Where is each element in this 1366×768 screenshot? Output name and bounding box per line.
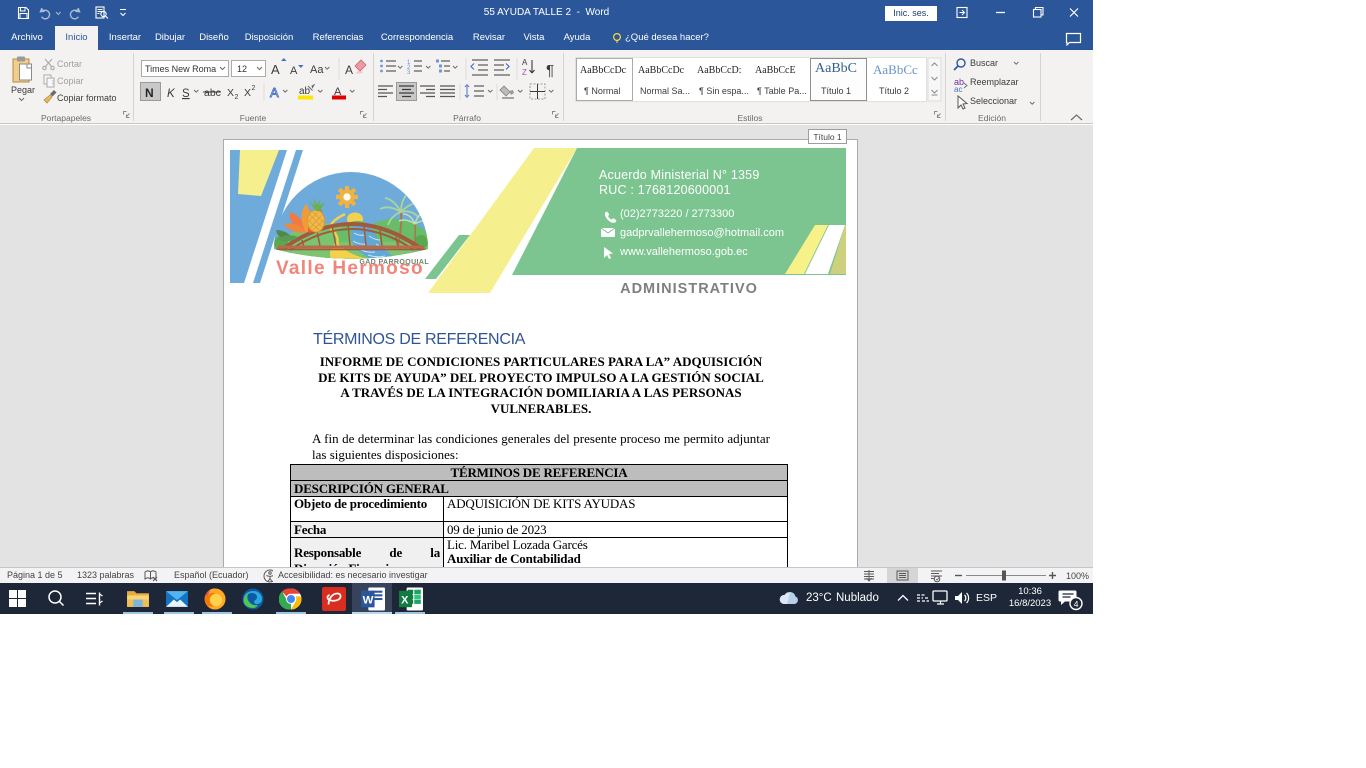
- svg-text:2: 2: [252, 85, 256, 92]
- svg-text:X: X: [401, 594, 409, 606]
- svg-text:A: A: [271, 62, 280, 77]
- svg-text:X: X: [227, 87, 234, 99]
- svg-text:A: A: [522, 58, 528, 67]
- svg-text:2: 2: [235, 94, 239, 101]
- svg-text:100%: 100%: [1066, 571, 1089, 581]
- svg-text:Times New Roma: Times New Roma: [145, 64, 216, 74]
- svg-text:ac: ac: [954, 85, 962, 94]
- svg-text:abc: abc: [204, 87, 221, 99]
- svg-text:Z: Z: [522, 68, 527, 77]
- svg-text:N: N: [145, 86, 154, 100]
- svg-text:W: W: [363, 595, 374, 607]
- svg-text:¶: ¶: [546, 62, 554, 79]
- svg-text:Aa: Aa: [310, 64, 324, 76]
- svg-text:4: 4: [1074, 599, 1079, 609]
- svg-text:A: A: [290, 65, 298, 77]
- svg-text:3: 3: [407, 70, 411, 76]
- svg-text:K: K: [167, 88, 176, 100]
- svg-text:12: 12: [237, 64, 247, 74]
- svg-text:A: A: [270, 85, 279, 100]
- svg-text:ab: ab: [299, 86, 311, 97]
- svg-text:S: S: [182, 88, 190, 100]
- svg-text:A: A: [345, 63, 353, 77]
- svg-text:X: X: [244, 87, 251, 99]
